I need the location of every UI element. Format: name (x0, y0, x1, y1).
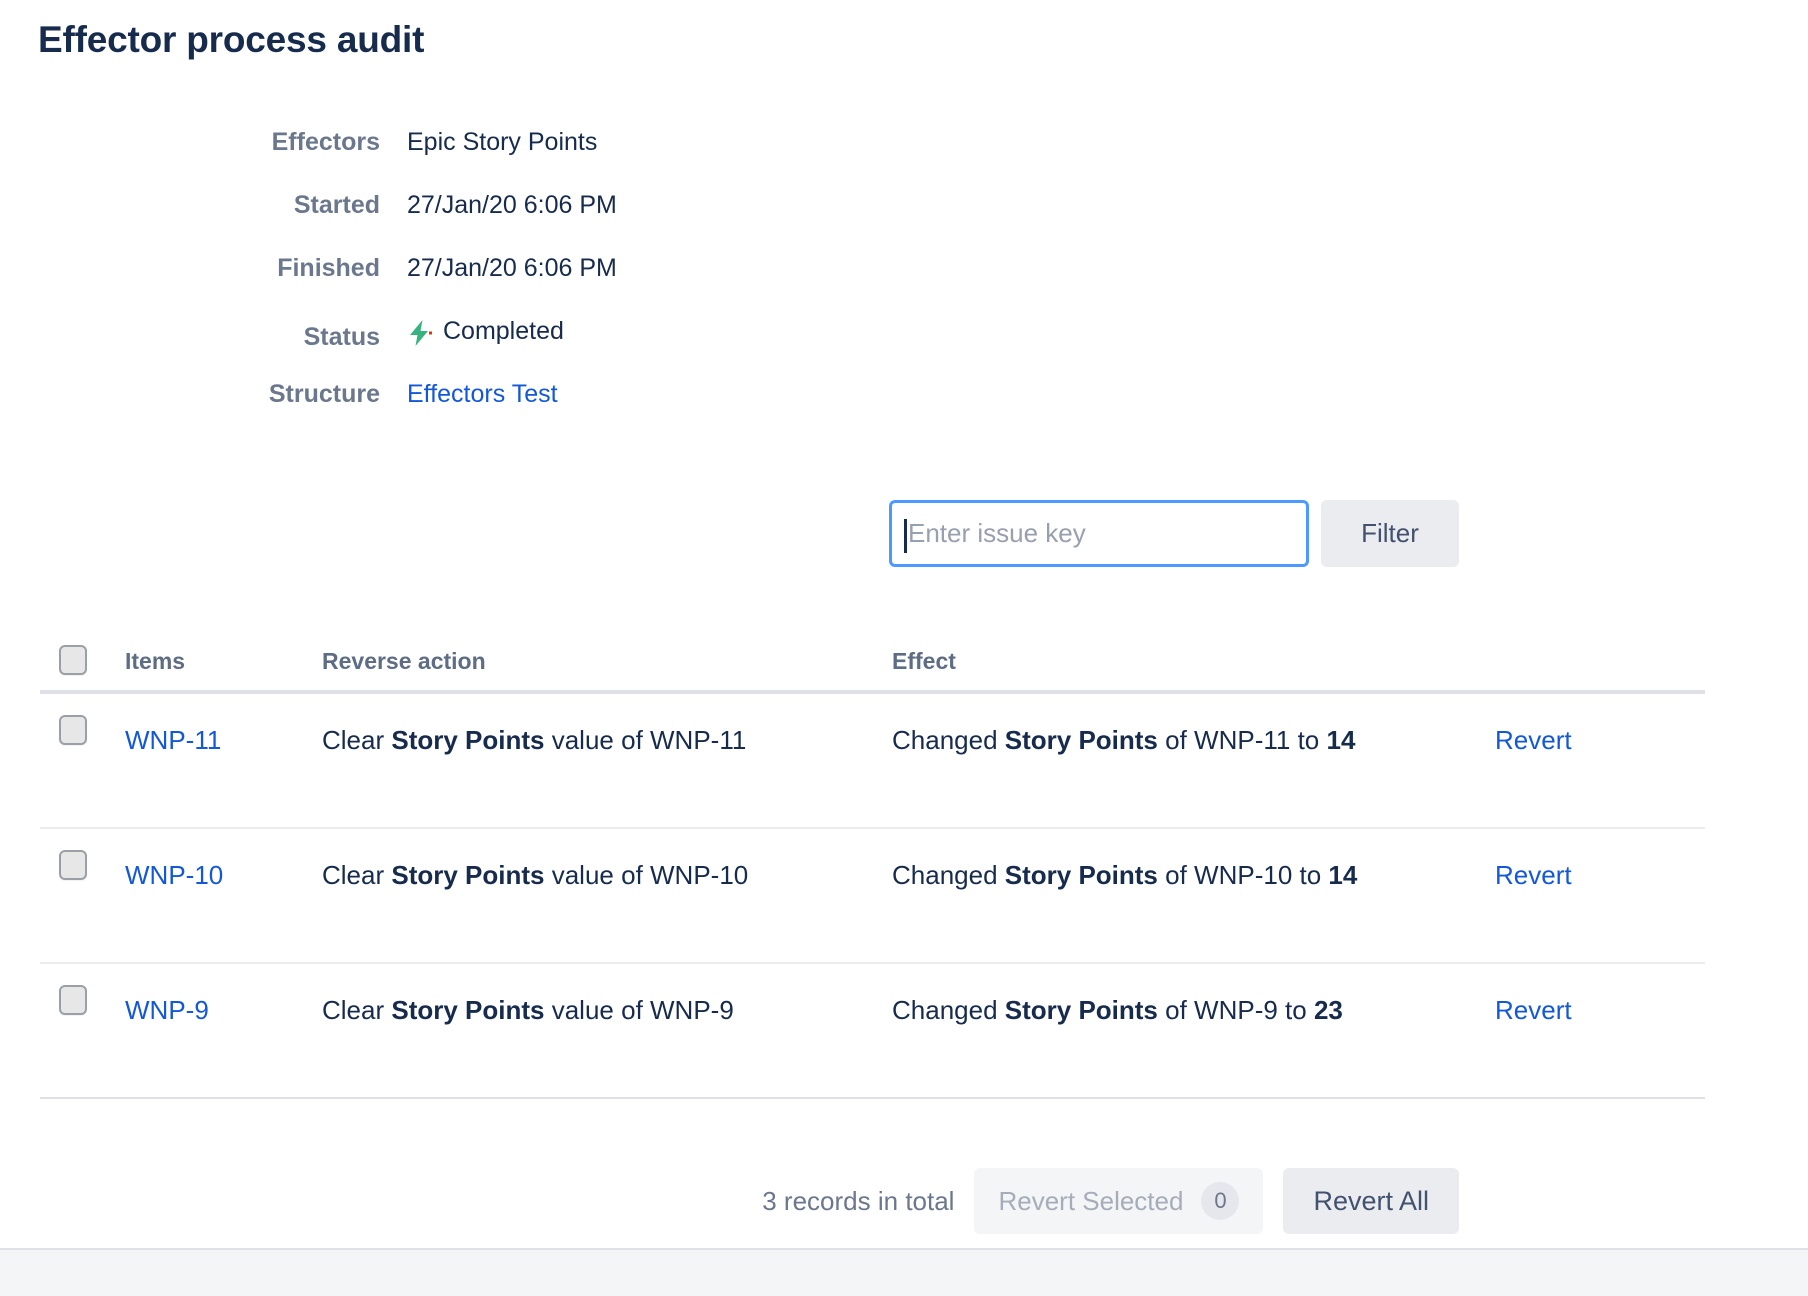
structure-link[interactable]: Effectors Test (380, 374, 558, 414)
row-checkbox[interactable] (59, 715, 87, 745)
effect-value: 14 (1328, 860, 1357, 890)
status-text: Completed (443, 311, 564, 351)
effect-field: Story Points (1005, 995, 1158, 1025)
filter-input-wrapper[interactable] (889, 500, 1309, 567)
row-effect: Changed Story Points of WNP-9 to 23 (892, 985, 1462, 1036)
effect-middle: of WNP-11 to (1158, 725, 1327, 755)
effector-audit-table: Items Reverse action Effect WNP-11 Clear… (40, 632, 1705, 1099)
detail-value-effectors: Epic Story Points (380, 122, 597, 162)
detail-label-started: Started (0, 185, 380, 225)
row-checkbox[interactable] (59, 985, 87, 1015)
process-details-list: Effectors Epic Story Points Started 27/J… (0, 122, 1000, 437)
reverse-action-suffix: value of WNP-9 (545, 995, 734, 1025)
reverse-action-field: Story Points (391, 995, 544, 1025)
detail-row-effectors: Effectors Epic Story Points (0, 122, 1000, 185)
reverse-action-prefix: Clear (322, 995, 391, 1025)
effect-middle: of WNP-9 to (1158, 995, 1314, 1025)
detail-label-structure: Structure (0, 374, 380, 414)
row-select-cell (40, 985, 125, 1020)
row-revert-cell: Revert (1462, 985, 1705, 1036)
revert-link[interactable]: Revert (1495, 715, 1572, 766)
effect-value: 14 (1326, 725, 1355, 755)
table-header-row: Items Reverse action Effect (40, 632, 1705, 694)
filter-bar: Filter (889, 500, 1459, 567)
reverse-action-suffix: value of WNP-10 (545, 860, 749, 890)
detail-row-started: Started 27/Jan/20 6:06 PM (0, 185, 1000, 248)
issue-link[interactable]: WNP-10 (125, 860, 223, 890)
lightning-bolt-icon (407, 319, 433, 347)
records-total-label: 3 records in total (762, 1186, 954, 1217)
revert-link[interactable]: Revert (1495, 985, 1572, 1036)
row-reverse-action: Clear Story Points value of WNP-10 (322, 850, 892, 901)
table-row: WNP-10 Clear Story Points value of WNP-1… (40, 829, 1705, 964)
reverse-action-prefix: Clear (322, 860, 391, 890)
effect-prefix: Changed (892, 860, 1005, 890)
row-select-cell (40, 715, 125, 750)
detail-value-finished: 27/Jan/20 6:06 PM (380, 248, 617, 288)
effect-prefix: Changed (892, 995, 1005, 1025)
filter-button[interactable]: Filter (1321, 500, 1459, 567)
revert-selected-button[interactable]: Revert Selected 0 (974, 1168, 1263, 1234)
page-title: Effector process audit (38, 16, 424, 64)
footer-actions: 3 records in total Revert Selected 0 Rev… (762, 1168, 1459, 1234)
effect-field: Story Points (1005, 860, 1158, 890)
select-all-cell (40, 644, 125, 679)
row-checkbox[interactable] (59, 850, 87, 880)
effect-field: Story Points (1005, 725, 1158, 755)
row-effect: Changed Story Points of WNP-11 to 14 (892, 715, 1462, 766)
reverse-action-suffix: value of WNP-11 (545, 725, 747, 755)
row-item-key: WNP-11 (125, 715, 322, 766)
row-effect: Changed Story Points of WNP-10 to 14 (892, 850, 1462, 901)
revert-link[interactable]: Revert (1495, 850, 1572, 901)
detail-row-finished: Finished 27/Jan/20 6:06 PM (0, 248, 1000, 311)
revert-all-button[interactable]: Revert All (1283, 1168, 1459, 1234)
row-revert-cell: Revert (1462, 850, 1705, 901)
reverse-action-prefix: Clear (322, 725, 391, 755)
text-caret (904, 519, 907, 553)
effect-middle: of WNP-10 to (1158, 860, 1329, 890)
row-reverse-action: Clear Story Points value of WNP-9 (322, 985, 892, 1036)
issue-key-input[interactable] (902, 503, 1296, 564)
row-item-key: WNP-9 (125, 985, 322, 1036)
effect-value: 23 (1314, 995, 1343, 1025)
column-header-effect[interactable]: Effect (892, 646, 1462, 676)
detail-value-status: Completed (380, 311, 564, 351)
issue-link[interactable]: WNP-9 (125, 995, 209, 1025)
revert-selected-label: Revert Selected (998, 1186, 1183, 1217)
select-all-checkbox[interactable] (59, 645, 87, 675)
detail-label-finished: Finished (0, 248, 380, 288)
detail-label-effectors: Effectors (0, 122, 380, 162)
table-row: WNP-11 Clear Story Points value of WNP-1… (40, 694, 1705, 829)
reverse-action-field: Story Points (391, 725, 544, 755)
row-select-cell (40, 850, 125, 885)
detail-label-status: Status (0, 317, 380, 357)
row-item-key: WNP-10 (125, 850, 322, 901)
row-reverse-action: Clear Story Points value of WNP-11 (322, 715, 892, 766)
column-header-items[interactable]: Items (125, 646, 322, 676)
effect-prefix: Changed (892, 725, 1005, 755)
table-row: WNP-9 Clear Story Points value of WNP-9 … (40, 964, 1705, 1099)
column-header-reverse-action[interactable]: Reverse action (322, 646, 892, 676)
row-revert-cell: Revert (1462, 715, 1705, 766)
bottom-strip (0, 1248, 1808, 1296)
detail-value-started: 27/Jan/20 6:06 PM (380, 185, 617, 225)
detail-row-structure: Structure Effectors Test (0, 374, 1000, 437)
reverse-action-field: Story Points (391, 860, 544, 890)
selected-count-badge: 0 (1201, 1182, 1239, 1220)
detail-row-status: Status Completed (0, 311, 1000, 374)
issue-link[interactable]: WNP-11 (125, 725, 221, 755)
